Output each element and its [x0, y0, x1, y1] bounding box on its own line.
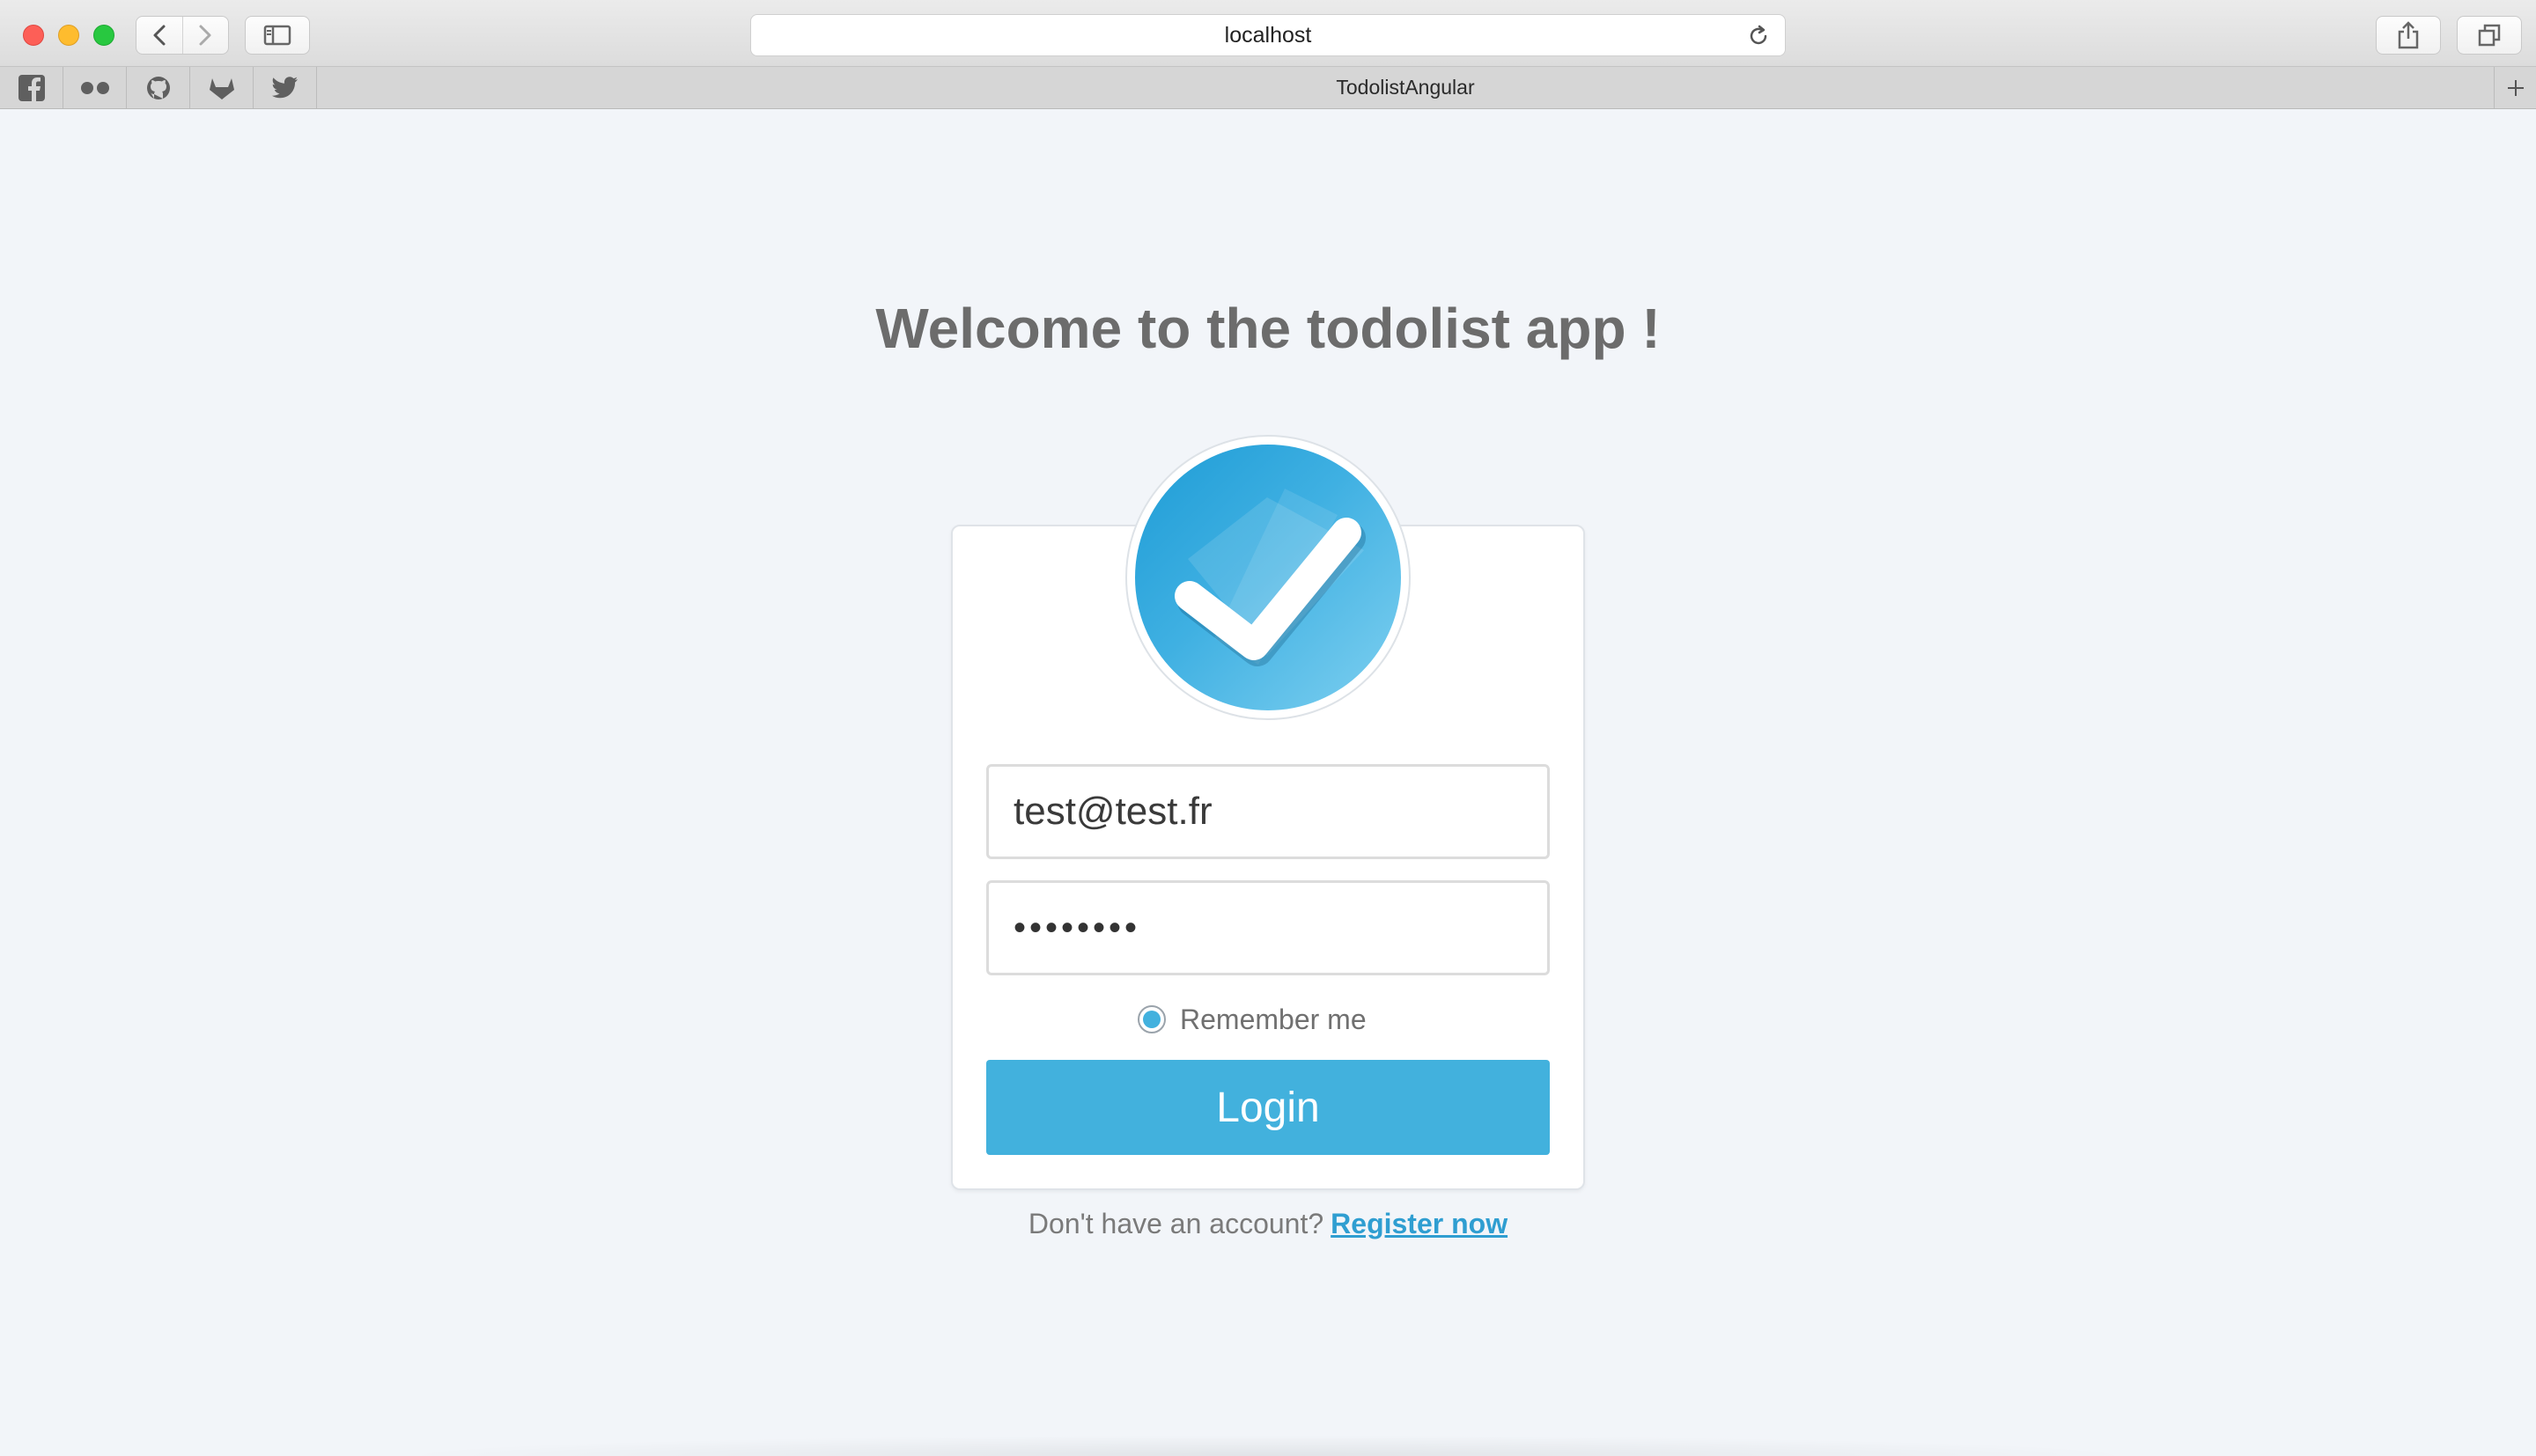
register-now-link[interactable]: Register now — [1331, 1208, 1508, 1239]
bookmark-twitter[interactable] — [254, 67, 317, 108]
reload-icon[interactable] — [1746, 24, 1771, 55]
chevron-right-icon — [199, 25, 211, 46]
chevron-left-icon — [153, 25, 166, 46]
github-icon — [146, 76, 170, 99]
active-tab-title[interactable]: TodolistAngular — [317, 67, 2494, 108]
facebook-icon — [18, 74, 45, 101]
bookmark-gitlab[interactable] — [190, 67, 254, 108]
page-bottom-shadow — [387, 1435, 2149, 1456]
twitter-icon — [271, 76, 298, 98]
sidebar-toggle-button[interactable] — [245, 16, 310, 55]
bookmarks-bar: TodolistAngular — [0, 67, 2536, 109]
password-field[interactable]: •••••••• — [986, 880, 1550, 975]
back-button[interactable] — [136, 17, 182, 54]
password-mask: •••••••• — [1014, 908, 1141, 947]
sidebar-icon — [263, 25, 291, 46]
new-tab-button[interactable] — [2494, 67, 2536, 108]
register-prompt-text: Don't have an account? — [1028, 1208, 1324, 1239]
bookmark-github[interactable] — [127, 67, 190, 108]
register-prompt-row: Don't have an account? Register now — [0, 1208, 2536, 1240]
flickr-icon — [80, 81, 109, 94]
tabs-overview-icon — [2478, 24, 2501, 47]
email-field[interactable] — [986, 764, 1550, 859]
remember-me-label[interactable]: Remember me — [1180, 1004, 1367, 1036]
show-tabs-button[interactable] — [2457, 16, 2522, 55]
plus-icon — [2507, 79, 2524, 96]
remember-me-radio[interactable] — [1138, 1005, 1166, 1033]
browser-toolbar: localhost — [0, 0, 2536, 67]
maximize-window-button[interactable] — [93, 25, 114, 46]
remember-me-option[interactable]: Remember me — [1138, 1002, 1367, 1037]
login-button[interactable]: Login — [986, 1060, 1550, 1155]
bookmark-flickr[interactable] — [63, 67, 127, 108]
page-title: Welcome to the todolist app ! — [875, 297, 1661, 360]
share-button[interactable] — [2376, 16, 2441, 55]
bookmark-facebook[interactable] — [0, 67, 63, 108]
share-icon — [2398, 21, 2419, 49]
close-window-button[interactable] — [23, 25, 44, 46]
address-bar[interactable]: localhost — [750, 14, 1786, 56]
minimize-window-button[interactable] — [58, 25, 79, 46]
gitlab-icon — [209, 77, 234, 99]
checkmark-logo-icon — [1135, 445, 1401, 710]
url-text: localhost — [1224, 22, 1312, 48]
forward-button[interactable] — [181, 17, 229, 54]
navigation-buttons — [136, 16, 229, 55]
radio-selected-dot — [1143, 1011, 1161, 1028]
